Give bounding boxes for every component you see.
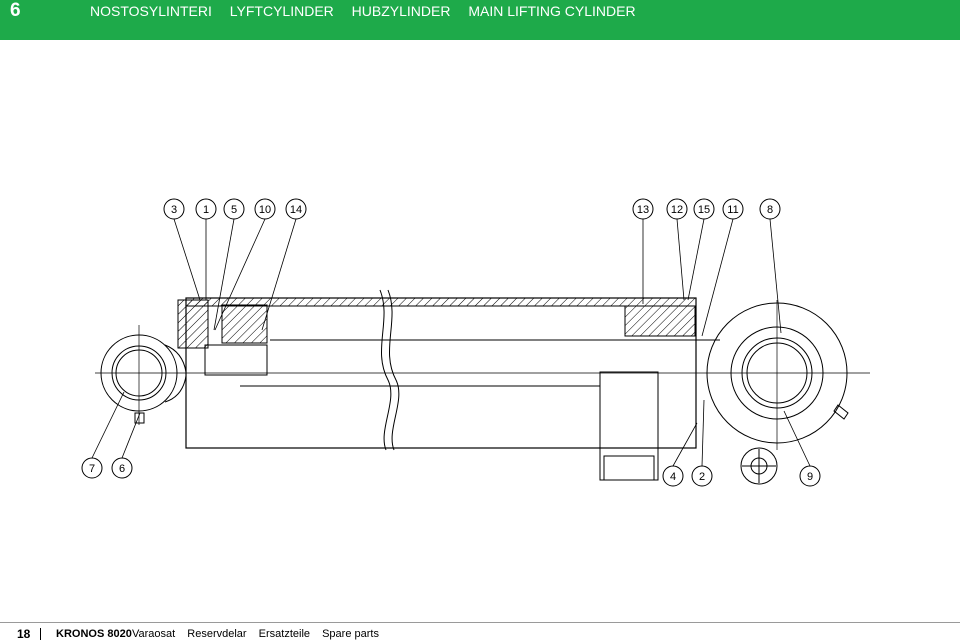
callout-group-bottom-left: 7 6 (81, 457, 133, 479)
callout-label: 8 (767, 204, 773, 216)
callout-label: 6 (119, 463, 125, 475)
title-english: MAIN LIFTING CYLINDER (468, 3, 636, 19)
callout-label: 11 (727, 204, 738, 216)
footer-page-number: 18 (17, 627, 31, 641)
parts-label-finnish: Varaosat (132, 628, 176, 640)
parts-label-german: Ersatzteile (258, 628, 311, 640)
footer-product-name: KRONOS 8020 (56, 628, 132, 640)
callout-label: 1 (203, 204, 209, 216)
parts-label-swedish: Reservdelar (187, 628, 247, 640)
callout-group-top-left: 3 1 5 10 14 (163, 198, 307, 220)
callout-label: 3 (171, 204, 177, 216)
title-swedish: LYFTCYLINDER (229, 3, 334, 19)
callout-label: 10 (259, 204, 271, 216)
callout-label: 15 (698, 204, 710, 216)
title-finnish: NOSTOSYLINTERI (90, 3, 212, 19)
title-german: HUBZYLINDER (351, 3, 451, 19)
callout-label: 2 (699, 471, 705, 483)
page-number: 6 (10, 0, 21, 21)
callout-label: 13 (637, 204, 649, 216)
callout-label: 4 (670, 471, 676, 483)
callout-label: 12 (671, 204, 683, 216)
callout-label: 9 (807, 471, 813, 483)
footer-divider (0, 622, 960, 623)
callout-label: 5 (231, 204, 237, 216)
cylinder-outline (95, 289, 870, 485)
header-bar: 6 NOSTOSYLINTERI LYFTCYLINDER HUBZYLINDE… (0, 0, 960, 40)
footer-parts-labels: Varaosat Reservdelar Ersatzteile Spare p… (132, 626, 388, 642)
callout-label: 7 (89, 463, 95, 475)
callout-group-top-right: 13 12 15 11 8 (632, 198, 781, 220)
footer-separator (40, 628, 41, 640)
footer: 18 KRONOS 8020 Varaosat Reservdelar Ersa… (0, 626, 960, 642)
cylinder-drawing: 3 1 5 10 14 13 12 15 11 8 7 6 4 2 9 (81, 198, 870, 487)
header-titles: NOSTOSYLINTERI LYFTCYLINDER HUBZYLINDER … (90, 3, 650, 19)
callout-label: 14 (290, 204, 302, 216)
parts-label-english: Spare parts (322, 628, 379, 640)
